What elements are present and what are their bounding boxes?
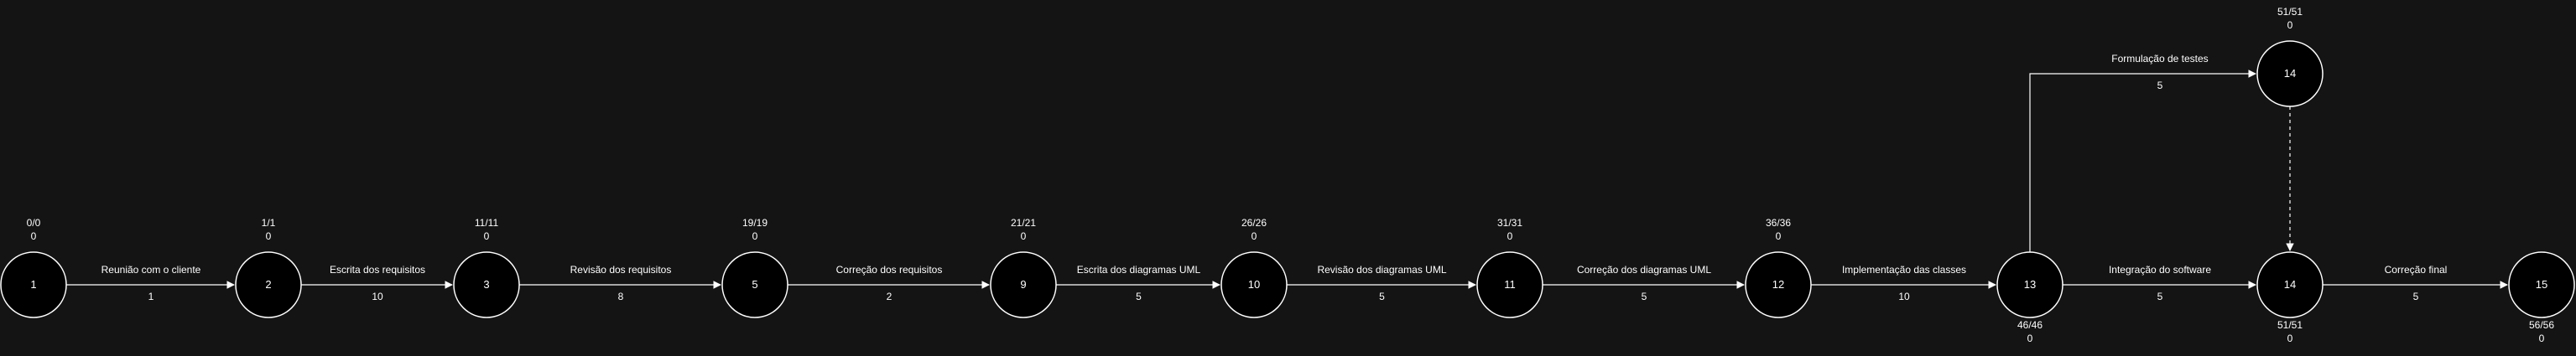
- activity-name: Correção dos requisitos: [836, 264, 943, 276]
- event-number: 12: [1772, 278, 1784, 291]
- slack-value: 0: [31, 230, 37, 242]
- event-number: 2: [265, 278, 271, 291]
- event-number: 9: [1020, 278, 1026, 291]
- early-late-times: 51/51: [2277, 319, 2303, 331]
- activity-duration: 8: [618, 291, 624, 302]
- early-late-times: 19/19: [742, 217, 768, 229]
- event-node-n14top: 14 51/510: [2256, 6, 2324, 107]
- edge-e4: Correção dos requisitos 2: [788, 264, 990, 302]
- event-node-n9: 9 21/210: [990, 217, 1057, 318]
- slack-value: 0: [1776, 230, 1782, 242]
- activity-network-diagram: Reunião com o cliente 1 Escrita dos requis…: [0, 6, 2575, 344]
- event-node-n2: 2 1/10: [235, 217, 302, 318]
- activity-duration: 2: [887, 291, 892, 302]
- event-number: 5: [752, 278, 757, 291]
- slack-value: 0: [752, 230, 758, 242]
- activity-name: Reunião com o cliente: [101, 264, 201, 276]
- early-late-times: 56/56: [2529, 319, 2554, 331]
- early-late-times: 31/31: [1497, 217, 1522, 229]
- activity-name: Correção final: [2385, 264, 2448, 276]
- slack-value: 0: [1021, 230, 1027, 242]
- activity-duration: 1: [148, 291, 154, 302]
- activity-name: Correção dos diagramas UML: [1577, 264, 1711, 276]
- activity-name: Implementação das classes: [1842, 264, 1966, 276]
- edge-e8: Implementação das classes 10: [1811, 264, 1996, 302]
- event-node-n14: 14 51/51 0: [2256, 251, 2324, 344]
- edge-e2: Escrita dos requisitos 10: [301, 264, 453, 302]
- event-node-n15: 15 56/56 0: [2508, 251, 2575, 344]
- activity-duration: 5: [2157, 80, 2163, 91]
- early-late-times: 46/46: [2017, 319, 2043, 331]
- activity-duration: 5: [1136, 291, 1142, 302]
- event-node-n10: 10 26/260: [1220, 217, 1288, 318]
- activity-name: Revisão dos diagramas UML: [1317, 264, 1446, 276]
- activity-duration: 5: [1642, 291, 1647, 302]
- early-late-times: 1/1: [262, 217, 276, 229]
- activity-name: Integração do software: [2109, 264, 2211, 276]
- edge-e11: Formulação de testes 5: [2029, 53, 2256, 252]
- slack-value: 0: [1252, 230, 1257, 242]
- event-number: 14: [2284, 67, 2296, 80]
- edge-e5: Escrita dos diagramas UML 5: [1056, 264, 1220, 302]
- slack-value: 0: [2027, 333, 2033, 344]
- activity-duration: 5: [1379, 291, 1385, 302]
- slack-value: 0: [2287, 19, 2293, 31]
- activity-name: Escrita dos diagramas UML: [1077, 264, 1201, 276]
- edges-layer: Reunião com o cliente 1 Escrita dos requis…: [66, 53, 2508, 302]
- event-number: 3: [483, 278, 489, 291]
- activity-duration: 10: [372, 291, 383, 302]
- activity-duration: 5: [2413, 291, 2419, 302]
- event-node-n11: 11 31/310: [1476, 217, 1543, 318]
- event-number: 10: [1248, 278, 1260, 291]
- event-number: 14: [2284, 278, 2296, 291]
- slack-value: 0: [1507, 230, 1513, 242]
- event-node-n3: 3 11/110: [453, 217, 520, 318]
- slack-value: 0: [2287, 333, 2293, 344]
- edge-e6: Revisão dos diagramas UML 5: [1287, 264, 1476, 302]
- event-number: 1: [30, 278, 36, 291]
- event-node-n12: 12 36/360: [1745, 217, 1812, 318]
- activity-name: Escrita dos requisitos: [330, 264, 425, 276]
- event-node-n5: 5 19/190: [721, 217, 788, 318]
- event-node-n1: 1 0/00: [0, 217, 67, 318]
- activity-duration: 10: [1898, 291, 1910, 302]
- edge-e10: Correção final 5: [2323, 264, 2508, 302]
- event-number: 11: [1504, 278, 1516, 291]
- event-node-n13: 13 46/46 0: [1996, 251, 2063, 344]
- edge-e7: Correção dos diagramas UML 5: [1543, 264, 1745, 302]
- event-number: 13: [2024, 278, 2036, 291]
- edge-arrow: [2029, 70, 2256, 252]
- edge-e1: Reunião com o cliente 1: [66, 264, 235, 302]
- edge-e3: Revisão dos requisitos 8: [519, 264, 721, 302]
- activity-name: Revisão dos requisitos: [570, 264, 672, 276]
- early-late-times: 11/11: [475, 217, 499, 229]
- activity-duration: 5: [2157, 291, 2163, 302]
- event-number: 15: [2536, 278, 2547, 291]
- slack-value: 0: [2539, 333, 2545, 344]
- edge-e9: Integração do software 5: [2063, 264, 2256, 302]
- early-late-times: 36/36: [1766, 217, 1791, 229]
- early-late-times: 51/51: [2277, 6, 2303, 18]
- early-late-times: 26/26: [1241, 217, 1267, 229]
- early-late-times: 0/0: [27, 217, 41, 229]
- slack-value: 0: [266, 230, 272, 242]
- slack-value: 0: [484, 230, 490, 242]
- early-late-times: 21/21: [1011, 217, 1036, 229]
- activity-name: Formulação de testes: [2111, 53, 2208, 64]
